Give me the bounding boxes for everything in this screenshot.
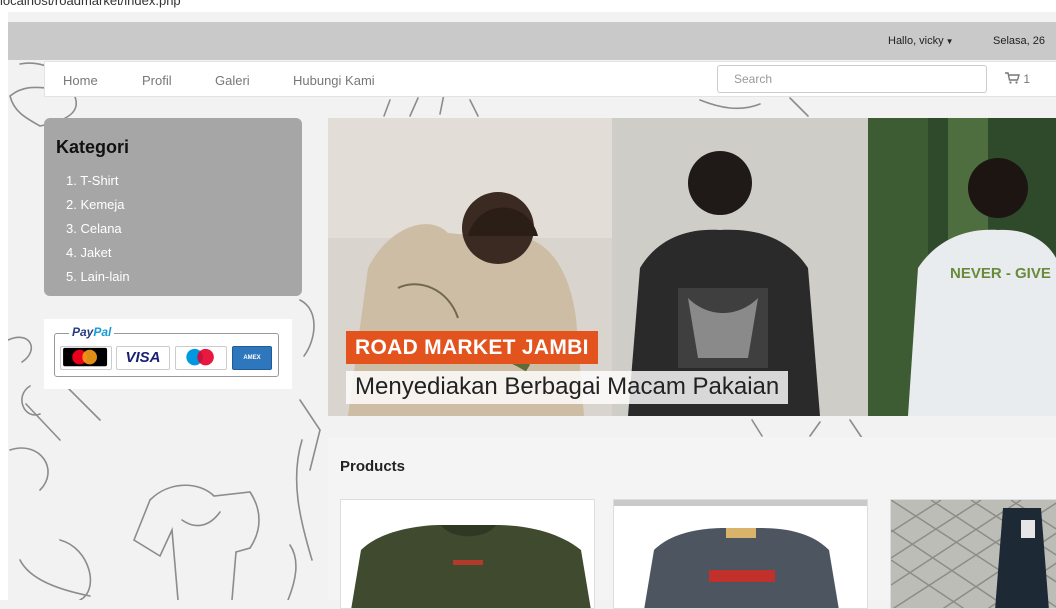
window-edge <box>0 12 8 600</box>
category-item[interactable]: 5. Lain-lain <box>66 270 130 294</box>
category-list: 1. T-Shirt 2. Kemeja 3. Celana 4. Jaket … <box>66 174 130 294</box>
caret-down-icon: ▼ <box>945 37 954 46</box>
mastercard-icon <box>60 346 112 370</box>
nav-profil[interactable]: Profil <box>142 73 172 88</box>
search-box <box>717 65 987 93</box>
product-image <box>891 500 1056 608</box>
cart-icon <box>1005 72 1020 84</box>
maestro-icon <box>175 346 227 370</box>
cart-count: 1 <box>1023 72 1031 86</box>
category-title: Kategori <box>56 137 130 157</box>
product-card[interactable] <box>613 499 868 609</box>
shirt-print-text: NEVER - GIVE <box>950 265 1051 282</box>
search-input[interactable] <box>734 67 974 91</box>
visa-icon: VISA <box>116 346 170 370</box>
nav-galeri[interactable]: Galeri <box>215 73 250 88</box>
user-greeting-dropdown[interactable]: Hallo, vicky ▼ <box>888 35 954 47</box>
browser-address-strip: localhost/roadmarket/index.php <box>0 0 1056 12</box>
product-card[interactable] <box>340 499 595 609</box>
nav-home[interactable]: Home <box>63 73 98 88</box>
category-panel: Kategori 1. T-Shirt 2. Kemeja 3. Celana … <box>44 118 302 296</box>
hero-slider[interactable]: NEVER - GIVE ROAD MARKET JAMBI Menyediak… <box>328 118 1056 416</box>
nav-hubungi-kami[interactable]: Hubungi Kami <box>293 73 375 88</box>
main-navbar: Home Profil Galeri Hubungi Kami 1 <box>44 61 1056 97</box>
product-card[interactable] <box>890 499 1056 609</box>
product-image <box>341 500 594 608</box>
category-item[interactable]: 3. Celana <box>66 222 130 246</box>
url-text: localhost/roadmarket/index.php <box>0 0 181 8</box>
current-date: Selasa, 26 <box>993 35 1045 47</box>
hero-title: ROAD MARKET JAMBI <box>346 331 598 364</box>
hero-subtitle: Menyediakan Berbagai Macam Pakaian <box>346 371 789 404</box>
category-item[interactable]: 2. Kemeja <box>66 198 130 222</box>
category-item[interactable]: 1. T-Shirt <box>66 174 130 198</box>
payment-methods: PayPal VISA AMEX <box>44 319 292 389</box>
product-image <box>614 500 867 608</box>
paypal-logo-frame: PayPal VISA AMEX <box>54 325 279 377</box>
products-heading: Products <box>340 458 406 475</box>
top-bar: Hallo, vicky ▼ Selasa, 26 <box>8 22 1056 60</box>
category-item[interactable]: 4. Jaket <box>66 246 130 270</box>
products-section: Products <box>328 437 1056 609</box>
user-greeting-text: Hallo, vicky <box>888 35 944 47</box>
paypal-logo: PayPal <box>69 325 115 339</box>
amex-icon: AMEX <box>232 346 272 370</box>
cart-button[interactable]: 1 <box>1005 72 1030 86</box>
